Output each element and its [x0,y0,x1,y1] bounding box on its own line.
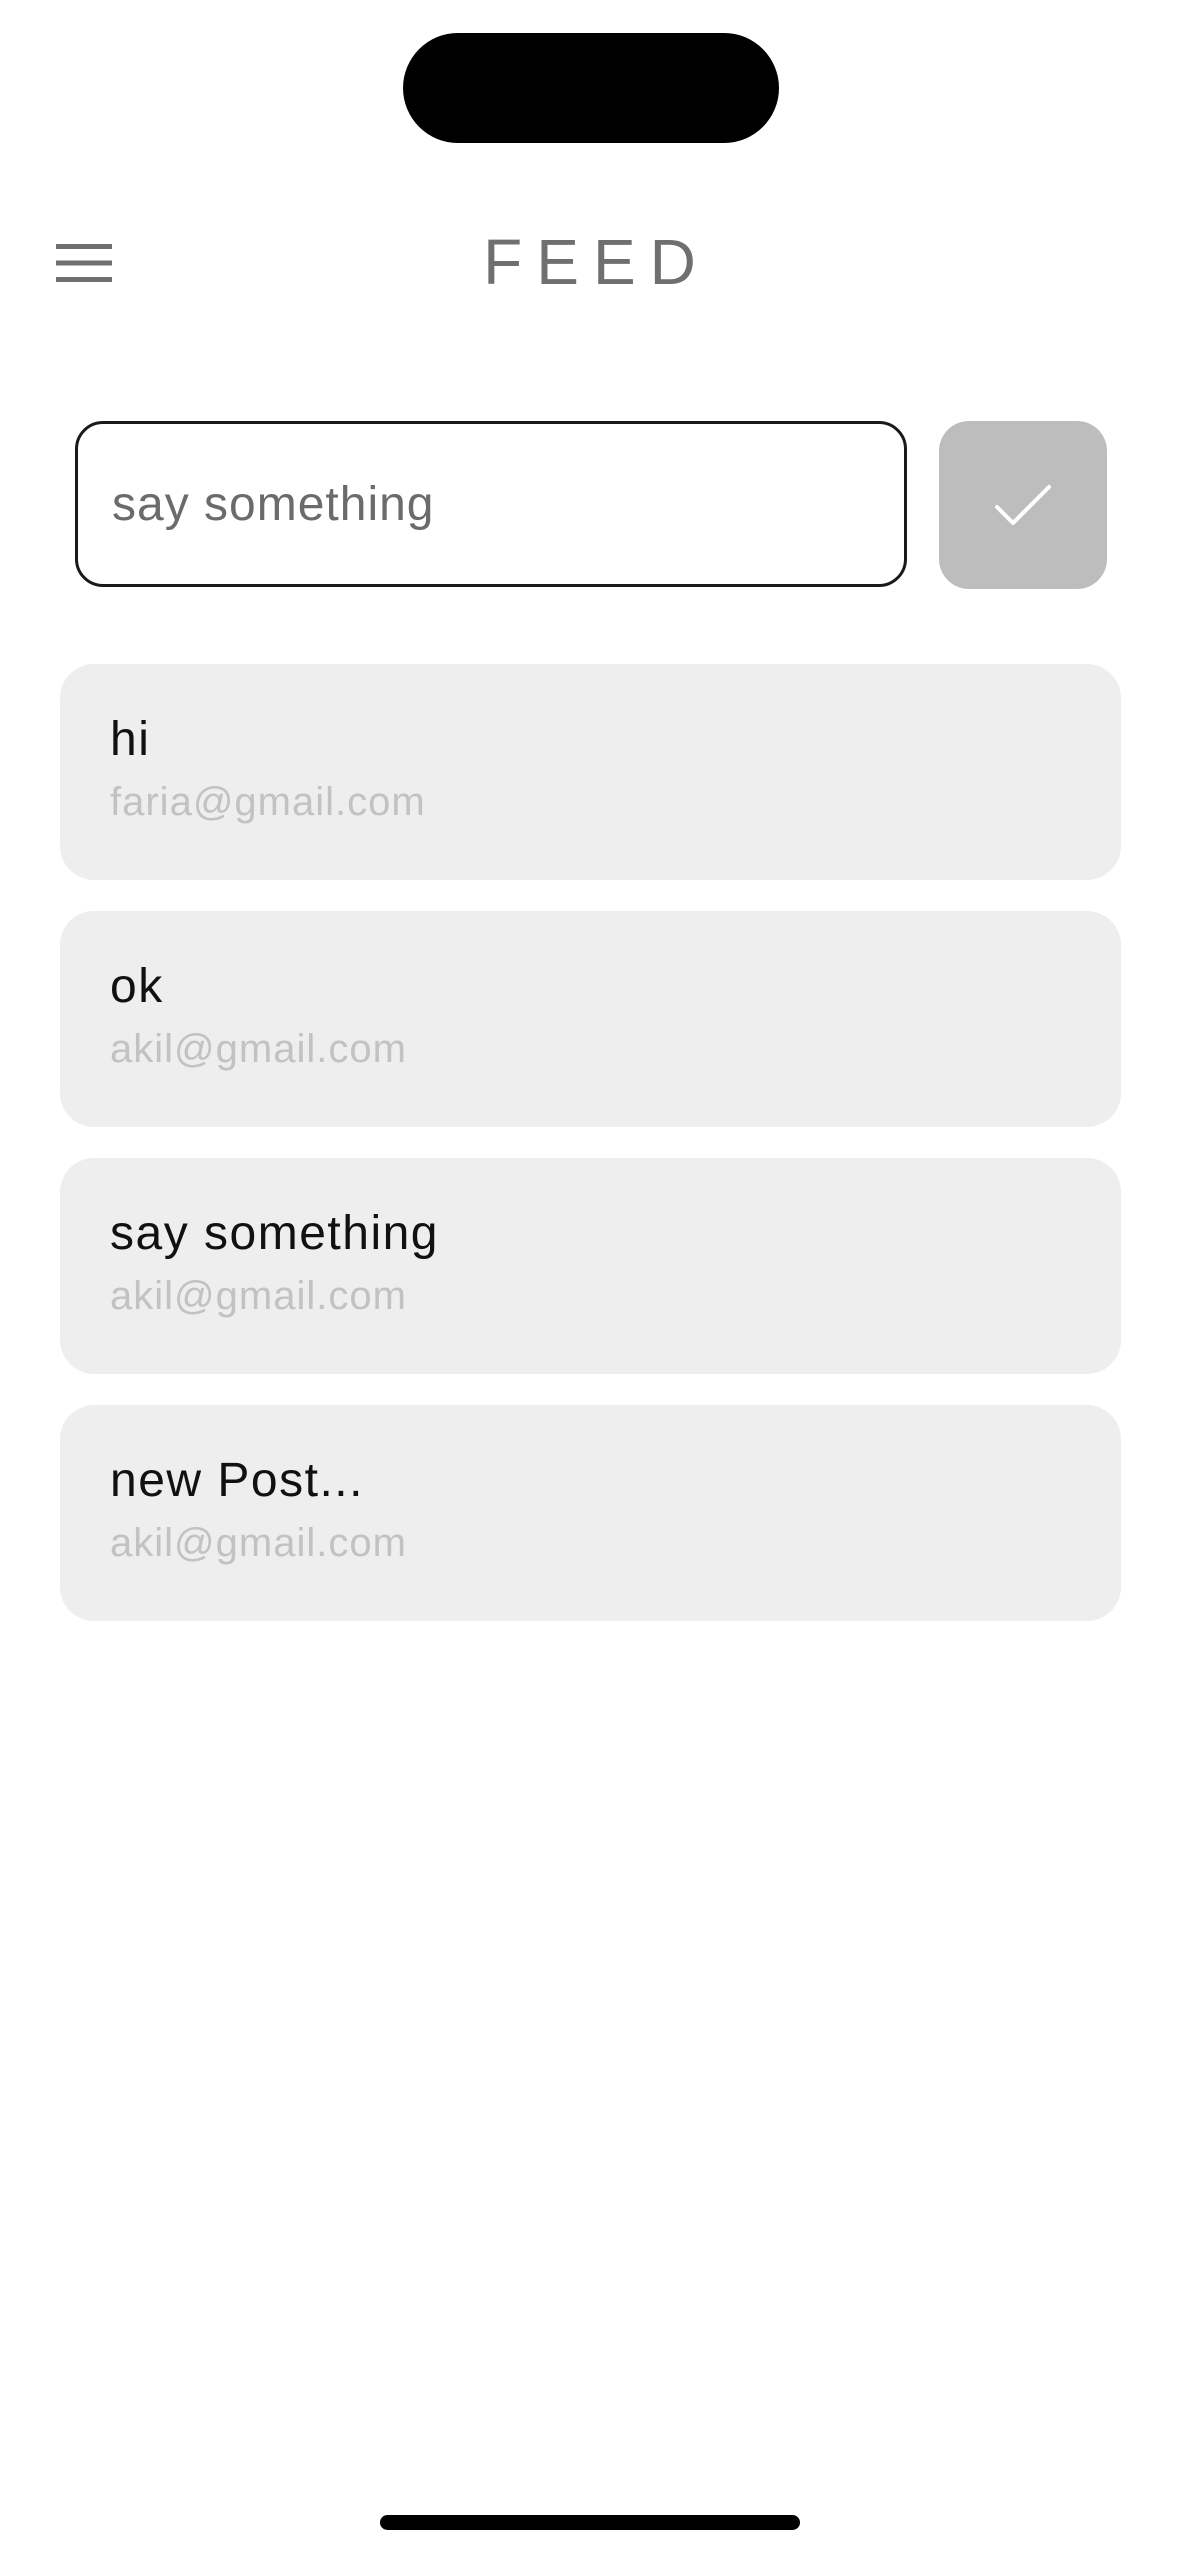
post-author-email: akil@gmail.com [110,1274,407,1318]
post-card[interactable]: new Post... akil@gmail.com [60,1405,1121,1621]
post-submit-button[interactable] [939,421,1107,589]
checkmark-icon [995,485,1051,525]
post-message: ok [110,960,164,1013]
post-input[interactable] [75,421,907,587]
post-author-email: akil@gmail.com [110,1521,407,1565]
dynamic-island [403,33,779,143]
post-card[interactable]: hi faria@gmail.com [60,664,1121,880]
post-list: hi faria@gmail.com ok akil@gmail.com say… [60,664,1121,1652]
post-card[interactable]: say something akil@gmail.com [60,1158,1121,1374]
post-message: hi [110,713,151,766]
post-card[interactable]: ok akil@gmail.com [60,911,1121,1127]
feed-screen: FEED hi faria@gmail.com ok akil@gmail.co… [0,0,1179,2556]
post-message: new Post... [110,1454,364,1507]
post-author-email: faria@gmail.com [110,780,426,824]
home-indicator[interactable] [380,2515,800,2530]
post-author-email: akil@gmail.com [110,1027,407,1071]
post-message: say something [110,1207,439,1260]
page-title: FEED [483,226,710,298]
